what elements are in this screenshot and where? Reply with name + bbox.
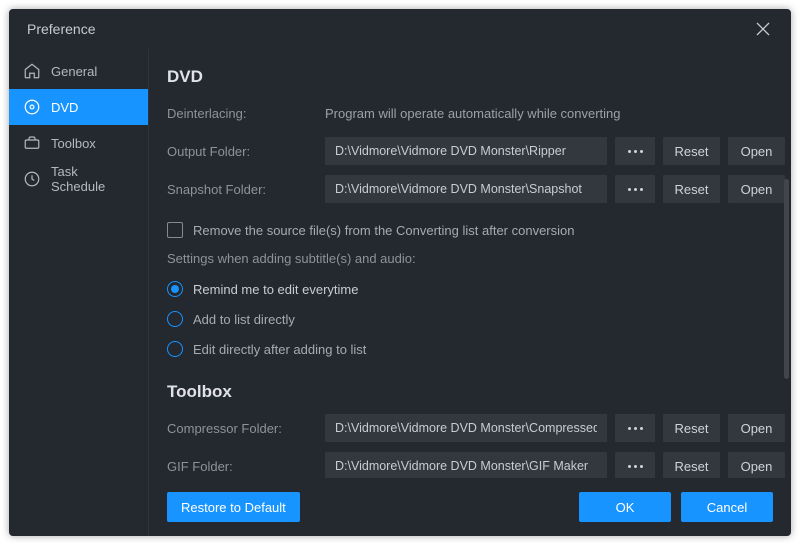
output-folder-label: Output Folder: bbox=[167, 144, 317, 159]
ok-button[interactable]: OK bbox=[579, 492, 671, 522]
titlebar: Preference bbox=[9, 9, 791, 49]
sidebar-item-toolbox[interactable]: Toolbox bbox=[9, 125, 148, 161]
clock-icon bbox=[23, 170, 41, 188]
scrollbar-thumb[interactable] bbox=[784, 179, 789, 379]
compressor-folder-row: Compressor Folder: Reset Open bbox=[167, 412, 785, 444]
remove-source-label: Remove the source file(s) from the Conve… bbox=[193, 223, 575, 238]
ellipsis-icon bbox=[628, 427, 643, 430]
subtitle-option-add-directly[interactable]: Add to list directly bbox=[167, 304, 785, 334]
compressor-folder-label: Compressor Folder: bbox=[167, 421, 317, 436]
toolbox-icon bbox=[23, 134, 41, 152]
radio-icon bbox=[167, 341, 183, 357]
dvd-heading: DVD bbox=[167, 67, 785, 87]
gif-folder-input[interactable] bbox=[325, 452, 607, 478]
remove-source-checkbox-row[interactable]: Remove the source file(s) from the Conve… bbox=[167, 215, 785, 245]
close-button[interactable] bbox=[749, 15, 777, 43]
snapshot-folder-label: Snapshot Folder: bbox=[167, 182, 317, 197]
deinterlacing-value: Program will operate automatically while… bbox=[325, 106, 621, 121]
gif-folder-browse-button[interactable] bbox=[615, 452, 655, 478]
deinterlacing-label: Deinterlacing: bbox=[167, 106, 317, 121]
gif-folder-label: GIF Folder: bbox=[167, 459, 317, 474]
compressor-folder-open-button[interactable]: Open bbox=[728, 414, 785, 442]
main-panel: DVD Deinterlacing: Program will operate … bbox=[149, 49, 791, 536]
toolbox-heading: Toolbox bbox=[167, 382, 785, 402]
snapshot-folder-open-button[interactable]: Open bbox=[728, 175, 785, 203]
ellipsis-icon bbox=[628, 465, 643, 468]
sidebar-item-label: Toolbox bbox=[51, 136, 96, 151]
sidebar-item-dvd[interactable]: DVD bbox=[9, 89, 148, 125]
home-icon bbox=[23, 62, 41, 80]
subtitle-settings-heading: Settings when adding subtitle(s) and aud… bbox=[167, 251, 785, 266]
restore-default-button[interactable]: Restore to Default bbox=[167, 492, 300, 522]
subtitle-option-label: Add to list directly bbox=[193, 312, 295, 327]
output-folder-input[interactable] bbox=[325, 137, 607, 165]
sidebar-item-task-schedule[interactable]: Task Schedule bbox=[9, 161, 148, 197]
subtitle-option-remind[interactable]: Remind me to edit everytime bbox=[167, 274, 785, 304]
output-folder-open-button[interactable]: Open bbox=[728, 137, 785, 165]
snapshot-folder-row: Snapshot Folder: Reset Open bbox=[167, 173, 785, 205]
output-folder-row: Output Folder: Reset Open bbox=[167, 135, 785, 167]
sidebar: General DVD Toolbox bbox=[9, 49, 149, 536]
snapshot-folder-input[interactable] bbox=[325, 175, 607, 203]
footer: Restore to Default OK Cancel bbox=[149, 478, 791, 536]
subtitle-option-edit-directly[interactable]: Edit directly after adding to list bbox=[167, 334, 785, 364]
cancel-button[interactable]: Cancel bbox=[681, 492, 773, 522]
compressor-folder-reset-button[interactable]: Reset bbox=[663, 414, 720, 442]
subtitle-option-label: Remind me to edit everytime bbox=[193, 282, 358, 297]
snapshot-folder-browse-button[interactable] bbox=[615, 175, 655, 203]
compressor-folder-input[interactable] bbox=[325, 414, 607, 442]
snapshot-folder-reset-button[interactable]: Reset bbox=[663, 175, 720, 203]
radio-icon bbox=[167, 281, 183, 297]
preference-window: Preference General bbox=[9, 9, 791, 536]
compressor-folder-browse-button[interactable] bbox=[615, 414, 655, 442]
deinterlacing-row: Deinterlacing: Program will operate auto… bbox=[167, 97, 785, 129]
output-folder-browse-button[interactable] bbox=[615, 137, 655, 165]
gif-folder-open-button[interactable]: Open bbox=[728, 452, 785, 478]
disc-icon bbox=[23, 98, 41, 116]
gif-folder-reset-button[interactable]: Reset bbox=[663, 452, 720, 478]
output-folder-reset-button[interactable]: Reset bbox=[663, 137, 720, 165]
window-title: Preference bbox=[27, 21, 95, 37]
close-icon bbox=[756, 22, 770, 36]
gif-folder-row: GIF Folder: Reset Open bbox=[167, 450, 785, 478]
subtitle-option-label: Edit directly after adding to list bbox=[193, 342, 366, 357]
sidebar-item-label: DVD bbox=[51, 100, 78, 115]
radio-icon bbox=[167, 311, 183, 327]
sidebar-item-label: Task Schedule bbox=[51, 164, 134, 194]
remove-source-checkbox[interactable] bbox=[167, 222, 183, 238]
sidebar-item-general[interactable]: General bbox=[9, 53, 148, 89]
sidebar-item-label: General bbox=[51, 64, 97, 79]
ellipsis-icon bbox=[628, 150, 643, 153]
ellipsis-icon bbox=[628, 188, 643, 191]
